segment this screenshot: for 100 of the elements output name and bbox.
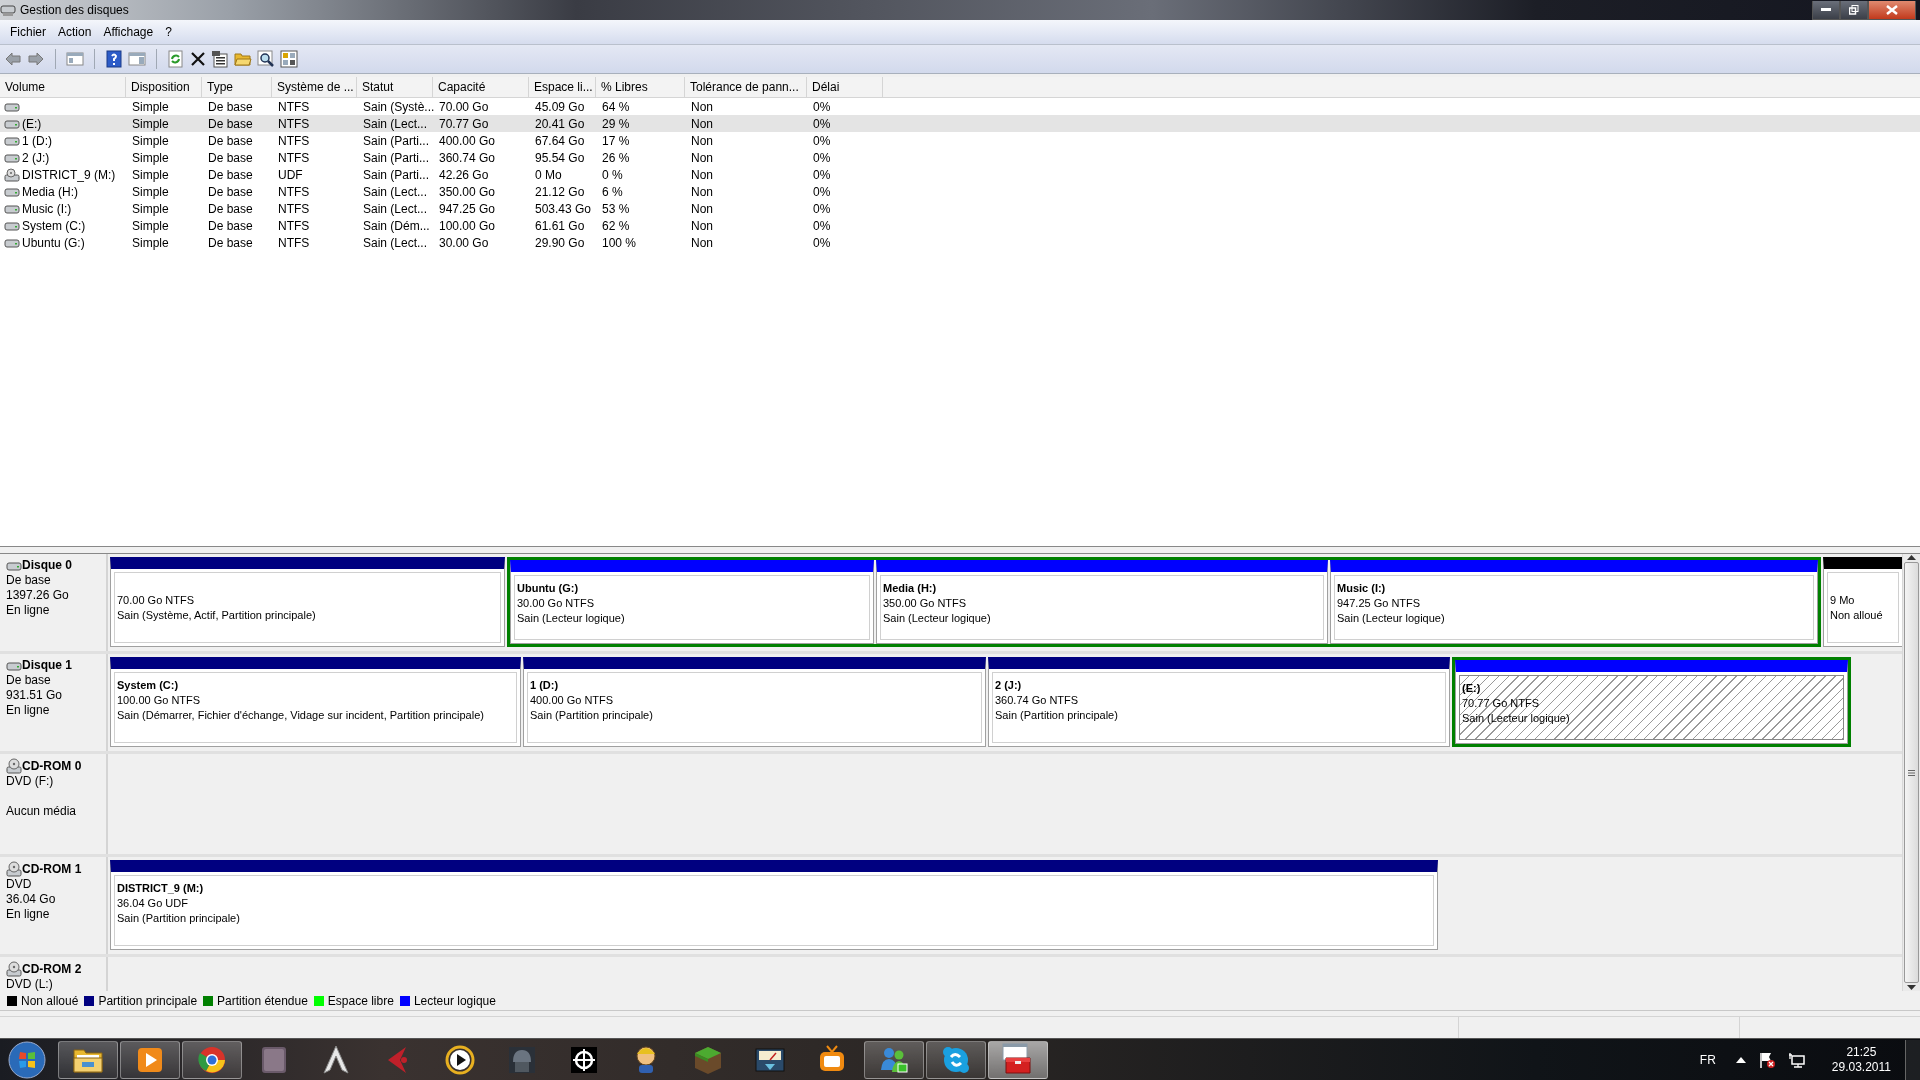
partition-block[interactable]: Media (H:) 350.00 Go NTFS Sain (Lecteur logique) [876,560,1328,644]
search-icon[interactable] [257,50,275,68]
taskbar-button[interactable] [182,1040,242,1079]
disk-name: CD-ROM 2 [22,961,82,977]
partition-block[interactable]: System (C:) 100.00 Go NTFS Sain (Démarrer, Fichier d'échange, Vidage sur incident, Partition principale) [110,657,521,747]
table-cell-text: 29 % [601,116,631,131]
forward-arrow-icon[interactable] [27,51,45,67]
partition-block[interactable]: 9 Mo Non alloué [1823,557,1902,647]
clock[interactable]: 21:25 29.03.2011 [1831,1044,1891,1075]
partition-block[interactable]: DISTRICT_9 (M:) 36.04 Go UDF Sain (Partition principale) [110,860,1438,950]
column-header[interactable]: Système de ... [272,77,357,97]
partition-status: Non alloué [1830,608,1884,623]
table-cell-text: 62 % [601,218,631,233]
table-cell-text: Non [690,201,714,216]
taskbar-button[interactable] [120,1040,180,1079]
table-row[interactable]: Music (I:) Simple De base NTFS Sain (Lect... 947.25 Go 503.43 Go 53 % Non 0% [0,200,1920,217]
menu-item[interactable]: ? [159,25,178,39]
table-row[interactable]: 2 (J:) Simple De base NTFS Sain (Parti... 360.74 Go 95.54 Go 26 % Non 0% [0,149,1920,166]
close-button[interactable] [1868,0,1916,20]
start-orb-icon[interactable] [7,1039,47,1080]
table-cell-text: 17 % [601,133,631,148]
settings-icon[interactable] [280,50,298,68]
table-cell-text: 0% [812,184,832,199]
disc-drive-icon [6,758,22,774]
table-cell-text: 100.00 Go [438,218,497,233]
column-header[interactable]: Disposition [126,77,202,97]
properties-icon[interactable] [211,50,229,68]
menu-item[interactable]: Fichier [4,25,52,39]
menu-item[interactable]: Affichage [97,25,160,39]
table-cell-text: UDF [277,167,304,182]
table-cell-text: De base [207,218,254,233]
taskbar-button[interactable] [58,1040,118,1079]
taskbar-button[interactable] [988,1040,1048,1079]
table-cell-text: 0% [812,99,832,114]
scroll-up-icon[interactable] [1907,554,1916,560]
table-cell-text: 0% [812,218,832,233]
folder-icon[interactable] [234,51,252,67]
language-indicator[interactable]: FR [1699,1052,1716,1067]
back-arrow-icon[interactable] [4,51,22,67]
partition-size: 70.00 Go NTFS [117,593,196,608]
disk-type: DVD (F:) [6,774,55,789]
partition-block[interactable]: 1 (D:) 400.00 Go NTFS Sain (Partition principale) [523,657,986,747]
window-title: Gestion des disques [20,3,129,17]
minimize-button[interactable] [1812,0,1840,20]
taskbar-button[interactable] [926,1040,986,1079]
show-desktop-button[interactable] [1905,1039,1920,1080]
drive-icon [4,117,20,130]
table-cell-text: NTFS [277,184,311,199]
disk-name: Disque 1 [22,658,72,673]
table-cell-text: Sain (Lect... [362,235,429,250]
partition-status: Sain (Lecteur logique) [1337,611,1446,626]
disc-drive-icon [6,961,22,977]
partition-block[interactable]: Ubuntu (G:) 30.00 Go NTFS Sain (Lecteur logique) [510,560,874,644]
table-row[interactable]: System (C:) Simple De base NTFS Sain (Dém... 100.00 Go 61.61 Go 62 % Non 0% [0,217,1920,234]
disk-type: De base [6,673,52,688]
partition-status: Sain (Lecteur logique) [1462,711,1571,726]
partition-block[interactable]: 2 (J:) 360.74 Go NTFS Sain (Partition principale) [988,657,1450,747]
disk-type: De base [6,573,52,588]
refresh-icon[interactable] [167,50,185,68]
show-hidden-icons-icon[interactable] [1735,1056,1746,1063]
menu-item[interactable]: Action [52,25,98,39]
column-header[interactable]: % Libres [596,77,685,97]
delete-icon[interactable] [190,51,206,67]
table-cell-text: NTFS [277,218,311,233]
table-row[interactable]: Simple De base NTFS Sain (Systè... 70.00 Go 45.09 Go 64 % Non 0% [0,98,1920,115]
scrollbar[interactable] [1902,554,1920,991]
column-header[interactable]: Capacité [433,77,529,97]
table-row[interactable]: 1 (D:) Simple De base NTFS Sain (Parti... 400.00 Go 67.64 Go 17 % Non 0% [0,132,1920,149]
drive-icon [4,185,20,198]
extended-partition-frame[interactable]: Ubuntu (G:) 30.00 Go NTFS Sain (Lecteur logique) Media (H:) 350.00 Go NTFS Sain (Lecteur logique) Music (I:) 947.25 Go NTFS Sain (Lecteur logique) [507,557,1821,647]
table-cell-text: 42.26 Go [438,167,490,182]
column-header[interactable]: Délai [807,77,883,97]
table-cell-text: 64 % [601,99,631,114]
taskbar-button[interactable] [864,1040,924,1079]
partition-name: Ubuntu (G:) [517,581,580,596]
column-header[interactable]: Type [202,77,272,97]
disk-status: Aucun média [6,804,78,819]
table-row[interactable]: DISTRICT_9 (M:) Simple De base UDF Sain (Parti... 42.26 Go 0 Mo 0 % Non 0% [0,166,1920,183]
flag-icon[interactable] [1757,1050,1776,1069]
partition-name: (E:) [1462,681,1482,696]
column-header[interactable]: Statut [357,77,433,97]
partition-block[interactable]: Music (I:) 947.25 Go NTFS Sain (Lecteur logique) [1330,560,1818,644]
partition-size: 360.74 Go NTFS [995,693,1080,708]
network-icon[interactable] [1787,1050,1806,1069]
column-header[interactable]: Volume [0,77,126,97]
partition-size: 9 Mo [1830,593,1856,608]
column-header[interactable]: Tolérance de pann... [685,77,807,97]
column-header[interactable]: Espace li... [529,77,596,97]
table-row[interactable]: (E:) Simple De base NTFS Sain (Lect... 70.77 Go 20.41 Go 29 % Non 0% [0,115,1920,132]
table-cell-text: NTFS [277,116,311,131]
partition-block[interactable]: 70.00 Go NTFS Sain (Système, Actif, Partition principale) [110,557,505,647]
table-cell: Media (H:) [21,184,78,199]
legend-label: Non alloué [21,993,79,1008]
table-row[interactable]: Ubuntu (G:) Simple De base NTFS Sain (Lect... 30.00 Go 29.90 Go 100 % Non 0% [0,234,1920,251]
table-cell-text: 29.90 Go [534,235,586,250]
table-cell-text: De base [207,133,254,148]
help-icon[interactable] [105,50,123,68]
table-cell: (E:) [21,116,42,131]
table-row[interactable]: Media (H:) Simple De base NTFS Sain (Lect... 350.00 Go 21.12 Go 6 % Non 0% [0,183,1920,200]
maximize-button[interactable] [1840,0,1868,20]
